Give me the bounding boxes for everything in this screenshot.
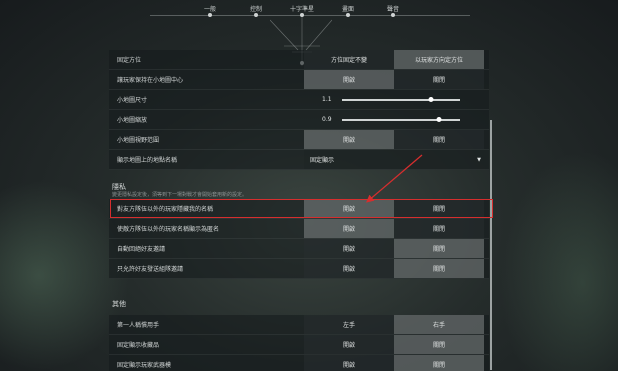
annotation-arrow-icon (366, 154, 423, 203)
